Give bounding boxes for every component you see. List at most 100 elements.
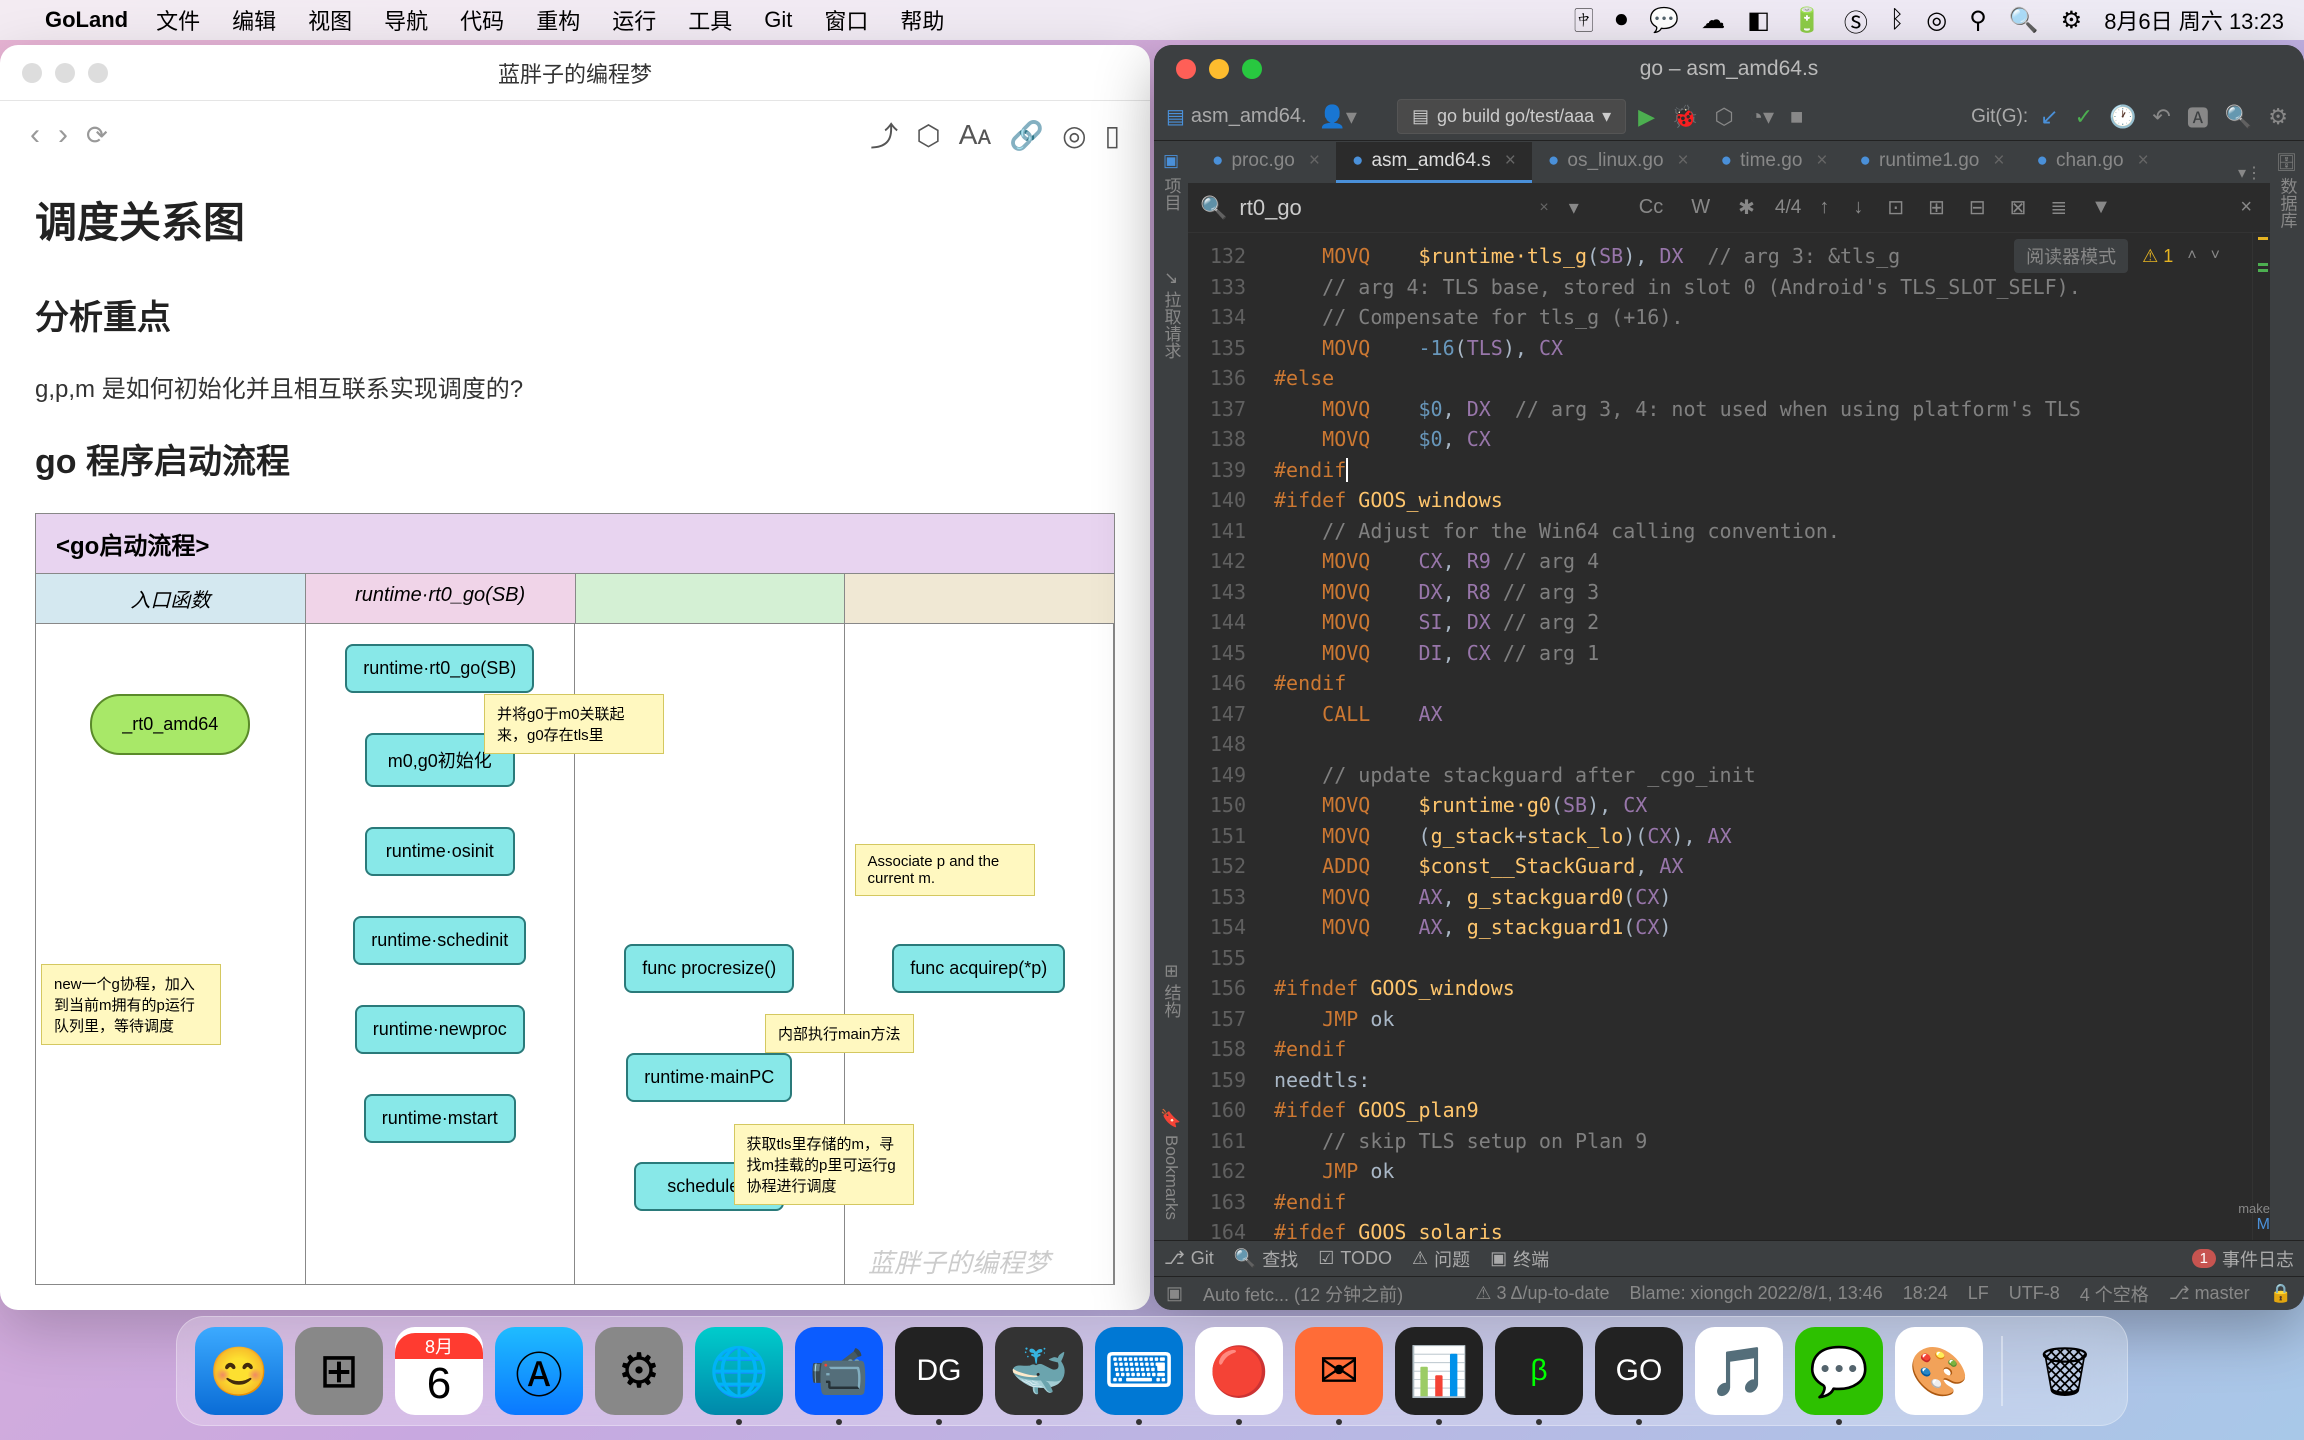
git-commit-icon[interactable]: ✓ [2075,104,2093,130]
coverage-button[interactable]: ⬡ [1714,104,1733,130]
match-case[interactable]: Cc [1631,192,1671,223]
dock-vscode[interactable]: ⌨ [1095,1327,1183,1415]
traffic-lights[interactable] [22,63,108,83]
dock-postman[interactable]: ✉ [1295,1327,1383,1415]
tab-proc[interactable]: ●proc.go× [1196,142,1336,183]
tool-structure[interactable]: ⊞ 结构 [1159,964,1184,1018]
link-icon[interactable]: 🔗 [1009,119,1044,152]
status-wifi-icon[interactable]: ⚲ [1969,6,1987,35]
dock-launchpad[interactable]: ⊞ [295,1327,383,1415]
tabs-menu-icon[interactable]: ⋮ [2246,163,2262,183]
menu-window[interactable]: 窗口 [824,4,868,36]
status-lock-icon[interactable]: 🔒 [2270,1283,2292,1304]
extra2-icon[interactable]: ⊠ [2010,195,2027,220]
dock-goland[interactable]: GO [1595,1327,1683,1415]
status-curpos[interactable]: 18:24 [1903,1283,1948,1304]
next-match[interactable]: ↓ [1853,196,1863,219]
menu-navigate[interactable]: 导航 [384,4,428,36]
debug-button[interactable]: 🐞 [1671,104,1698,130]
status-battery-icon[interactable]: 🔋 [1792,6,1822,35]
back-button[interactable]: ‹ [30,118,40,152]
btab-todo[interactable]: ☑ TODO [1318,1248,1392,1269]
run-config-select[interactable]: ▤ go build go/test/aaa ▾ [1397,99,1626,134]
search-dropdown[interactable]: ▾ [1561,191,1587,224]
dock-chrome[interactable]: 🔴 [1195,1327,1283,1415]
status-bt-icon[interactable]: ᛒ [1890,6,1904,34]
reader-mode-badge[interactable]: 阅读器模式 [2014,239,2128,273]
search-input[interactable] [1239,195,1527,221]
status-s-icon[interactable]: Ⓢ [1844,3,1868,38]
down-icon[interactable]: ˅ [2211,247,2220,265]
git-revert-icon[interactable]: ↶ [2152,104,2170,130]
settings-icon[interactable]: ⚙ [2268,104,2288,130]
menu-help[interactable]: 帮助 [900,4,944,36]
status-cloud-icon[interactable]: ☁︎ [1701,6,1725,35]
dock-music[interactable]: 🎵 [1695,1327,1783,1415]
dock-datagrip[interactable]: DG [895,1327,983,1415]
dock-edge[interactable]: 🌐 [695,1327,783,1415]
extra3-icon[interactable]: ≣ [2050,195,2067,220]
menu-edit[interactable]: 编辑 [232,4,276,36]
app-name[interactable]: GoLand [45,7,128,33]
add-selection-icon[interactable]: ⊞ [1928,195,1945,220]
warning-badge[interactable]: ⚠ 1 [2142,246,2173,267]
translate-icon[interactable]: 🅰 [2187,101,2209,133]
btab-git[interactable]: ⎇ Git [1164,1248,1214,1269]
status-fetch[interactable]: Auto fetc... (12 分钟之前) [1203,1281,1403,1307]
user-icon[interactable]: 👤▾ [1319,104,1357,130]
status-lf[interactable]: LF [1968,1283,1989,1304]
status-control-icon[interactable]: ⚙︎ [2061,6,2083,35]
menu-run[interactable]: 运行 [612,4,656,36]
forward-button[interactable]: › [58,118,68,152]
menu-git[interactable]: Git [764,7,792,33]
tool-project[interactable]: ▣ 项目 [1159,151,1184,211]
up-icon[interactable]: ˄ [2187,247,2196,265]
filter-icon[interactable]: ▼ [2091,196,2111,219]
share-icon[interactable]: ⤴︎ [870,115,898,155]
menu-file[interactable]: 文件 [156,4,200,36]
status-blame[interactable]: Blame: xiongch 2022/8/1, 13:46 [1630,1283,1883,1304]
tab-runtime1[interactable]: ●runtime1.go× [1844,142,2021,183]
bookmark-icon[interactable]: ▯ [1105,119,1120,152]
ide-traffic-lights[interactable] [1176,59,1262,79]
menu-refactor[interactable]: 重构 [536,4,580,36]
run-button[interactable]: ▶ [1638,104,1655,130]
status-search-icon[interactable]: 🔍 [2009,6,2039,35]
status-indent[interactable]: 4 个空格 [2080,1281,2149,1307]
status-input-icon[interactable]: 🀄︎ [1574,6,1593,34]
compass-icon[interactable]: ◎ [1062,119,1086,152]
status-encoding[interactable]: UTF-8 [2009,1283,2060,1304]
dock-zoom[interactable]: 📹 [795,1327,883,1415]
select-all-icon[interactable]: ⊡ [1887,195,1904,220]
profile-button[interactable]: ◔▾ [1750,104,1774,130]
menu-view[interactable]: 视图 [308,4,352,36]
cube-icon[interactable]: ⬡ [916,119,940,152]
editor[interactable]: 阅读器模式 ⚠ 1 ˄ ˅ 132 133 134 135 136 137 13… [1188,233,2270,1240]
tab-chan[interactable]: ●chan.go× [2020,142,2164,183]
tool-database[interactable]: 🗄 数据库 [2275,151,2300,228]
tab-asm[interactable]: ●asm_amd64.s× [1336,142,1532,183]
btab-terminal[interactable]: ▣ 终端 [1490,1246,1549,1272]
status-docker-icon[interactable]: ◧ [1747,6,1770,35]
close-find-icon[interactable]: × [2240,196,2252,219]
tab-oslinux[interactable]: ●os_linux.go× [1532,142,1705,183]
close-search[interactable]: × [1539,199,1548,217]
status-window-icon[interactable]: ▣ [1166,1283,1183,1304]
git-push-icon[interactable]: 🕐 [2109,104,2136,130]
menubar-date[interactable]: 8月6日 周六 13:23 [2104,4,2284,36]
menu-code[interactable]: 代码 [460,4,504,36]
text-icon[interactable]: Aᴀ [959,119,992,151]
dock-iterm[interactable]: β [1495,1327,1583,1415]
dock-appstore[interactable]: Ⓐ [495,1327,583,1415]
git-pull-icon[interactable]: ↙ [2040,104,2058,130]
match-word[interactable]: W [1683,192,1718,223]
search-everywhere-icon[interactable]: 🔍 [2225,104,2252,130]
reload-button[interactable]: ⟳ [86,120,108,151]
code-area[interactable]: MOVQ $runtime·tls_g(SB), DX // arg 3: &t… [1258,233,2252,1240]
breadcrumb[interactable]: ▤asm_amd64. [1166,104,1307,129]
dock-wechat[interactable]: 💬 [1795,1327,1883,1415]
status-screenrec-icon[interactable]: ⏺ [1615,6,1627,34]
tabs-more-icon[interactable]: ▾ [2238,163,2246,183]
status-branch[interactable]: ⎇ master [2169,1283,2250,1304]
dock-docker[interactable]: 🐳 [995,1327,1083,1415]
